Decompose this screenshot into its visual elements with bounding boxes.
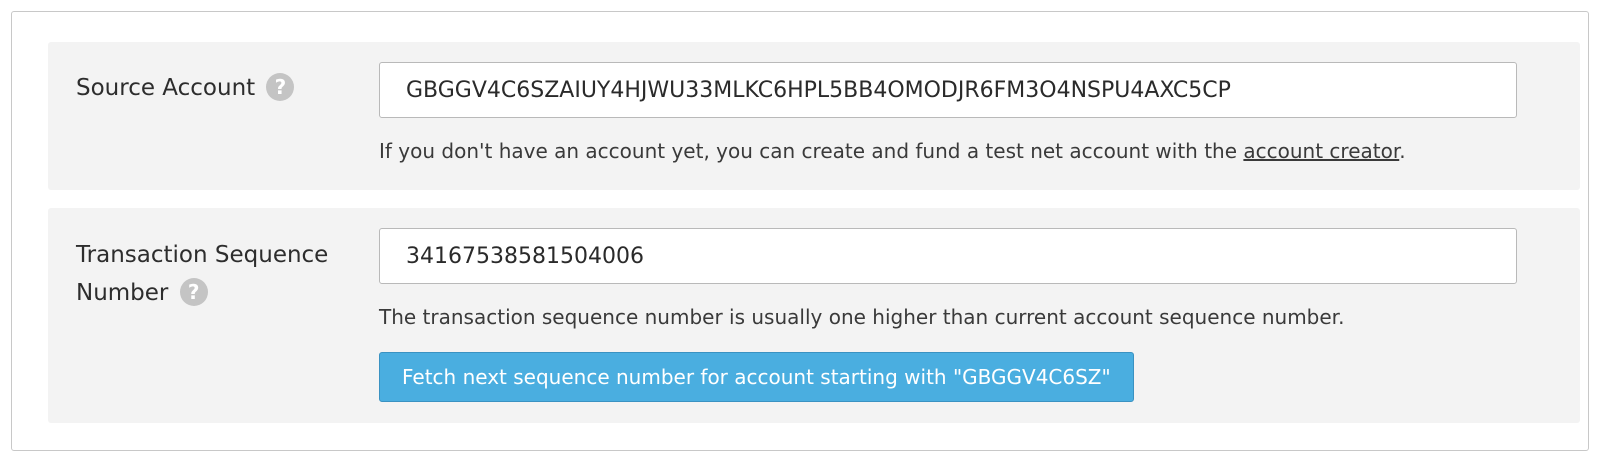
sequence-number-row: Transaction Sequence Number ? The transa… bbox=[48, 208, 1580, 423]
transaction-builder-panel: Source Account ? If you don't have an ac… bbox=[11, 11, 1589, 451]
fetch-sequence-button[interactable]: Fetch next sequence number for account s… bbox=[379, 352, 1134, 402]
source-account-note-suffix: . bbox=[1399, 139, 1406, 163]
source-account-label: Source Account ? bbox=[76, 69, 336, 107]
sequence-number-input[interactable] bbox=[379, 228, 1517, 284]
source-account-row: Source Account ? If you don't have an ac… bbox=[48, 42, 1580, 190]
help-icon[interactable]: ? bbox=[266, 72, 295, 101]
sequence-number-label-line2: Number bbox=[76, 280, 169, 306]
sequence-number-label: Transaction Sequence Number ? bbox=[76, 236, 356, 312]
help-icon[interactable]: ? bbox=[179, 277, 208, 306]
sequence-number-note: The transaction sequence number is usual… bbox=[379, 305, 1345, 329]
sequence-number-label-line1: Transaction Sequence bbox=[76, 242, 329, 268]
source-account-note: If you don't have an account yet, you ca… bbox=[379, 137, 1406, 165]
source-account-note-text: If you don't have an account yet, you ca… bbox=[379, 139, 1244, 163]
source-account-input[interactable] bbox=[379, 62, 1517, 118]
account-creator-link[interactable]: account creator bbox=[1243, 139, 1399, 163]
source-account-label-text: Source Account bbox=[76, 75, 256, 101]
